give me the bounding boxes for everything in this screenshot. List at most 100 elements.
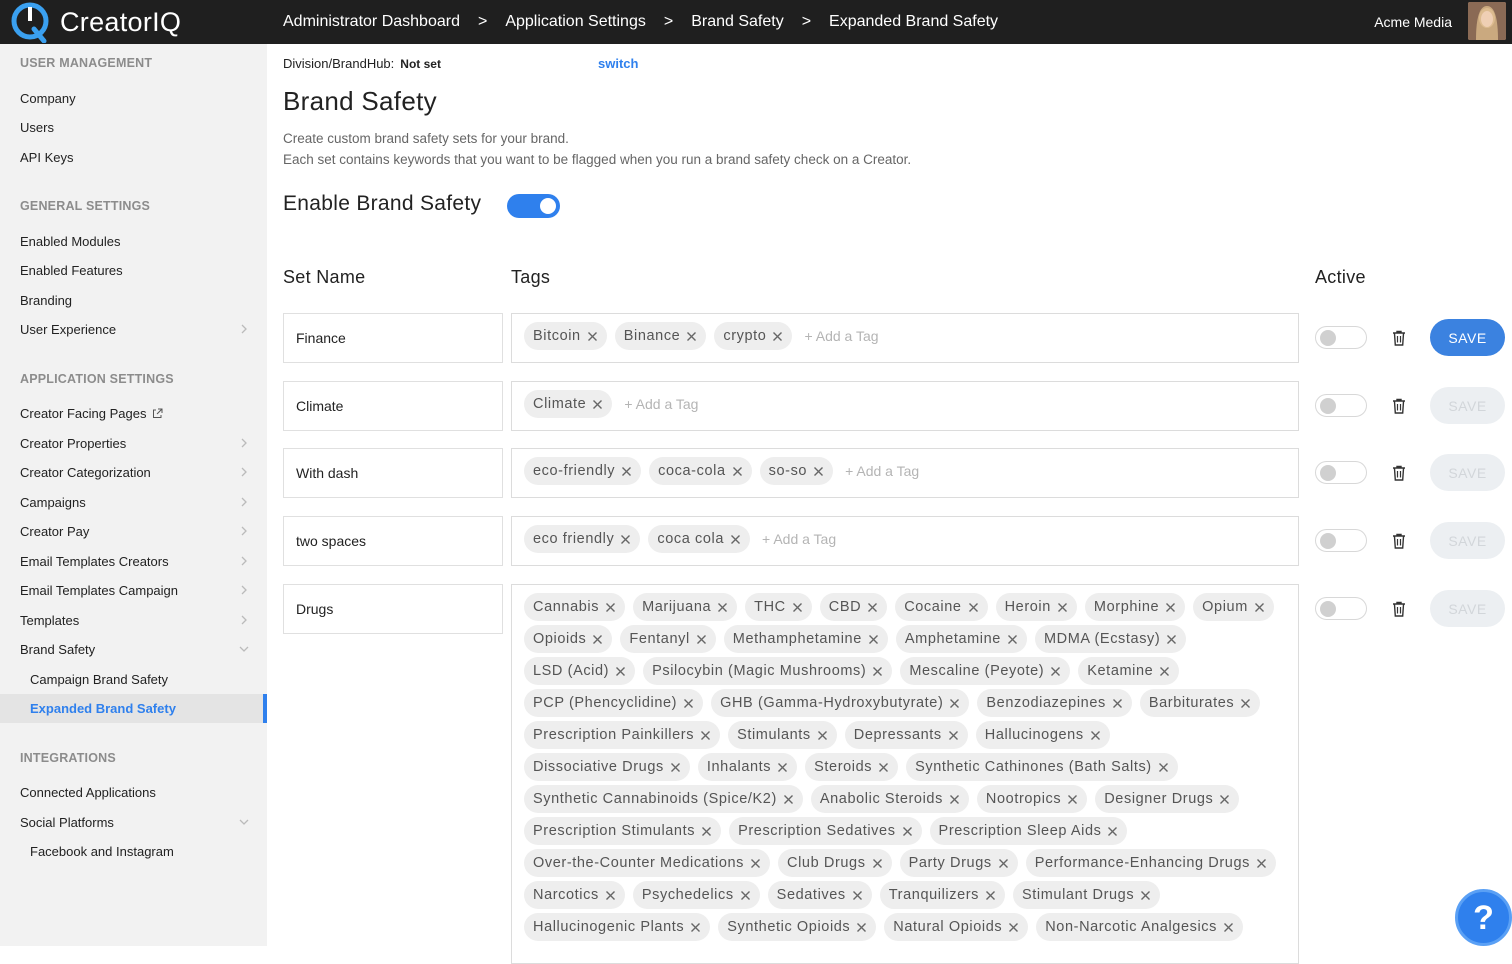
set-name-input[interactable]: two spaces: [283, 516, 503, 566]
sidebar-item-api-keys[interactable]: API Keys: [0, 143, 267, 172]
save-button[interactable]: SAVE: [1430, 522, 1505, 559]
remove-tag-icon[interactable]: [1223, 922, 1234, 933]
trash-icon[interactable]: [1392, 330, 1406, 346]
remove-tag-icon[interactable]: [878, 762, 889, 773]
remove-tag-icon[interactable]: [948, 730, 959, 741]
sidebar-item-creator-facing-pages[interactable]: Creator Facing Pages: [0, 399, 267, 428]
sidebar-item-email-templates-creators[interactable]: Email Templates Creators: [0, 547, 267, 576]
remove-tag-icon[interactable]: [1219, 794, 1230, 805]
sidebar-item-creator-pay[interactable]: Creator Pay: [0, 517, 267, 546]
tags-input[interactable]: Climate + Add a Tag: [511, 381, 1299, 431]
remove-tag-icon[interactable]: [1007, 634, 1018, 645]
sidebar-item-expanded-brand-safety[interactable]: Expanded Brand Safety: [0, 694, 267, 723]
remove-tag-icon[interactable]: [1112, 698, 1123, 709]
remove-tag-icon[interactable]: [605, 890, 616, 901]
remove-tag-icon[interactable]: [1140, 890, 1151, 901]
active-toggle[interactable]: [1315, 597, 1367, 620]
remove-tag-icon[interactable]: [1256, 858, 1267, 869]
sidebar-item-enabled-features[interactable]: Enabled Features: [0, 256, 267, 285]
remove-tag-icon[interactable]: [998, 858, 1009, 869]
remove-tag-icon[interactable]: [1158, 762, 1169, 773]
remove-tag-icon[interactable]: [740, 890, 751, 901]
tags-input[interactable]: Bitcoin Binance crypto + Add a Tag: [511, 313, 1299, 363]
remove-tag-icon[interactable]: [777, 762, 788, 773]
set-name-input[interactable]: With dash: [283, 448, 503, 498]
sidebar-item-users[interactable]: Users: [0, 113, 267, 142]
tags-input[interactable]: eco friendly coca cola + Add a Tag: [511, 516, 1299, 566]
remove-tag-icon[interactable]: [696, 634, 707, 645]
remove-tag-icon[interactable]: [732, 466, 743, 477]
sidebar-item-facebook-and-instagram[interactable]: Facebook and Instagram: [0, 837, 267, 866]
remove-tag-icon[interactable]: [700, 730, 711, 741]
remove-tag-icon[interactable]: [1240, 698, 1251, 709]
remove-tag-icon[interactable]: [730, 534, 741, 545]
help-button[interactable]: ?: [1455, 889, 1512, 946]
add-tag-input[interactable]: + Add a Tag: [800, 322, 878, 350]
trash-icon[interactable]: [1392, 465, 1406, 481]
save-button[interactable]: SAVE: [1430, 387, 1505, 424]
trash-icon[interactable]: [1392, 533, 1406, 549]
add-tag-input[interactable]: + Add a Tag: [620, 390, 698, 418]
remove-tag-icon[interactable]: [683, 698, 694, 709]
remove-tag-icon[interactable]: [968, 602, 979, 613]
remove-tag-icon[interactable]: [783, 794, 794, 805]
breadcrumb-admin-dashboard[interactable]: Administrator Dashboard: [283, 13, 460, 31]
remove-tag-icon[interactable]: [949, 698, 960, 709]
add-tag-input[interactable]: + Add a Tag: [758, 525, 836, 553]
remove-tag-icon[interactable]: [872, 858, 883, 869]
switch-division-link[interactable]: switch: [598, 56, 638, 71]
enable-brand-safety-toggle[interactable]: [507, 194, 560, 218]
remove-tag-icon[interactable]: [1067, 794, 1078, 805]
remove-tag-icon[interactable]: [856, 922, 867, 933]
add-tag-input[interactable]: + Add a Tag: [841, 457, 919, 485]
sidebar-item-social-platforms[interactable]: Social Platforms: [0, 808, 267, 837]
sidebar-item-connected-applications[interactable]: Connected Applications: [0, 778, 267, 807]
remove-tag-icon[interactable]: [592, 399, 603, 410]
sidebar-item-campaign-brand-safety[interactable]: Campaign Brand Safety: [0, 665, 267, 694]
sidebar-item-creator-categorization[interactable]: Creator Categorization: [0, 458, 267, 487]
remove-tag-icon[interactable]: [701, 826, 712, 837]
remove-tag-icon[interactable]: [872, 666, 883, 677]
sidebar-item-brand-safety[interactable]: Brand Safety: [0, 635, 267, 664]
avatar[interactable]: [1468, 2, 1506, 40]
remove-tag-icon[interactable]: [592, 634, 603, 645]
active-toggle[interactable]: [1315, 461, 1367, 484]
remove-tag-icon[interactable]: [852, 890, 863, 901]
remove-tag-icon[interactable]: [690, 922, 701, 933]
remove-tag-icon[interactable]: [605, 602, 616, 613]
save-button[interactable]: SAVE: [1430, 590, 1505, 627]
remove-tag-icon[interactable]: [621, 466, 632, 477]
remove-tag-icon[interactable]: [717, 602, 728, 613]
remove-tag-icon[interactable]: [1050, 666, 1061, 677]
sidebar-item-email-templates-campaign[interactable]: Email Templates Campaign: [0, 576, 267, 605]
breadcrumb-application-settings[interactable]: Application Settings: [505, 13, 646, 31]
remove-tag-icon[interactable]: [867, 602, 878, 613]
remove-tag-icon[interactable]: [750, 858, 761, 869]
remove-tag-icon[interactable]: [1090, 730, 1101, 741]
remove-tag-icon[interactable]: [902, 826, 913, 837]
set-name-input[interactable]: Drugs: [283, 584, 503, 634]
remove-tag-icon[interactable]: [1159, 666, 1170, 677]
sidebar-item-user-experience[interactable]: User Experience: [0, 315, 267, 344]
remove-tag-icon[interactable]: [1057, 602, 1068, 613]
remove-tag-icon[interactable]: [587, 331, 598, 342]
remove-tag-icon[interactable]: [615, 666, 626, 677]
breadcrumb-brand-safety[interactable]: Brand Safety: [691, 13, 784, 31]
remove-tag-icon[interactable]: [1254, 602, 1265, 613]
sidebar-item-enabled-modules[interactable]: Enabled Modules: [0, 227, 267, 256]
remove-tag-icon[interactable]: [1166, 634, 1177, 645]
remove-tag-icon[interactable]: [1165, 602, 1176, 613]
remove-tag-icon[interactable]: [949, 794, 960, 805]
sidebar-item-campaigns[interactable]: Campaigns: [0, 488, 267, 517]
remove-tag-icon[interactable]: [1107, 826, 1118, 837]
save-button[interactable]: SAVE: [1430, 319, 1505, 356]
account-name[interactable]: Acme Media: [1374, 0, 1452, 44]
sidebar-item-templates[interactable]: Templates: [0, 606, 267, 635]
remove-tag-icon[interactable]: [813, 466, 824, 477]
trash-icon[interactable]: [1392, 601, 1406, 617]
remove-tag-icon[interactable]: [686, 331, 697, 342]
sidebar-item-company[interactable]: Company: [0, 84, 267, 113]
breadcrumb-expanded-brand-safety[interactable]: Expanded Brand Safety: [829, 13, 998, 31]
active-toggle[interactable]: [1315, 326, 1367, 349]
remove-tag-icon[interactable]: [620, 534, 631, 545]
